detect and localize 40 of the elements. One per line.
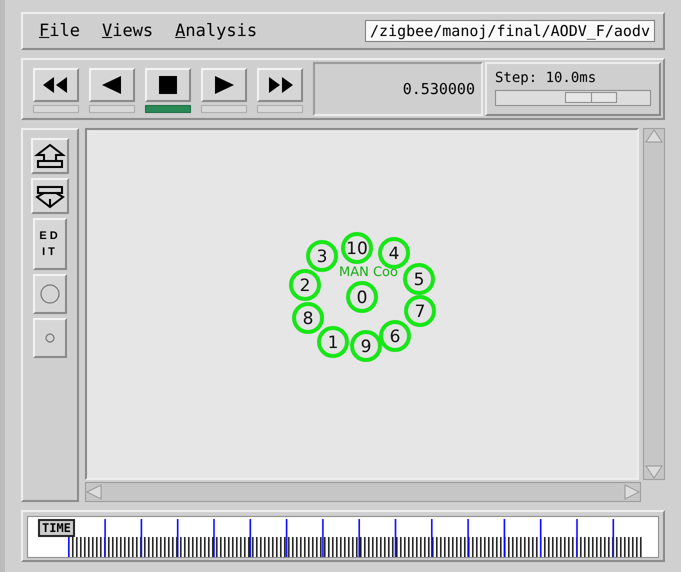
menu-item[interactable]: File xyxy=(39,21,80,41)
circle-icon xyxy=(39,283,61,305)
big-circle-button[interactable] xyxy=(33,274,67,314)
menu-item[interactable]: Views xyxy=(102,21,154,41)
small-circle-button[interactable] xyxy=(33,318,67,358)
play-button[interactable] xyxy=(201,68,247,102)
network-node[interactable]: 6 xyxy=(379,320,411,352)
up-arrow-icon xyxy=(645,129,663,143)
down-arrow-icon xyxy=(34,183,66,209)
file-path-field[interactable]: /zigbee/manoj/final/AODV_F/aodv xyxy=(365,20,655,42)
network-node[interactable]: 3 xyxy=(306,240,338,272)
timeline[interactable]: TIME xyxy=(27,516,659,558)
rewind-button[interactable] xyxy=(33,68,79,102)
edit-button[interactable]: ED IT xyxy=(33,218,67,270)
right-arrow-icon xyxy=(624,484,640,500)
forward-button[interactable] xyxy=(257,68,303,102)
down-arrow-icon xyxy=(645,465,663,479)
step-slider[interactable] xyxy=(495,90,651,106)
zoom-out-button[interactable] xyxy=(31,178,69,214)
network-node[interactable]: 9 xyxy=(350,330,382,362)
stop-button[interactable] xyxy=(145,68,191,102)
time-marker-label[interactable]: TIME xyxy=(38,519,75,537)
step-label: Step: 10.0ms xyxy=(495,70,598,86)
vertical-scrollbar[interactable] xyxy=(643,128,665,480)
network-node[interactable]: 1 xyxy=(317,326,349,358)
up-arrow-icon xyxy=(34,143,66,169)
menu-item[interactable]: Analysis xyxy=(175,21,258,41)
network-node[interactable]: 7 xyxy=(404,295,436,327)
circle-icon xyxy=(44,332,56,344)
back-button[interactable] xyxy=(89,68,135,102)
network-node[interactable]: 8 xyxy=(292,302,324,334)
left-arrow-icon xyxy=(86,484,102,500)
network-node[interactable]: 5 xyxy=(403,263,435,295)
network-node[interactable]: 0 xyxy=(346,281,378,313)
zoom-in-button[interactable] xyxy=(31,138,69,174)
time-value: 0.530000 xyxy=(402,80,475,98)
slider-thumb[interactable] xyxy=(565,92,618,103)
network-node[interactable]: 2 xyxy=(289,269,321,301)
network-node[interactable]: 10 xyxy=(341,232,373,264)
horizontal-scrollbar[interactable] xyxy=(85,482,641,502)
